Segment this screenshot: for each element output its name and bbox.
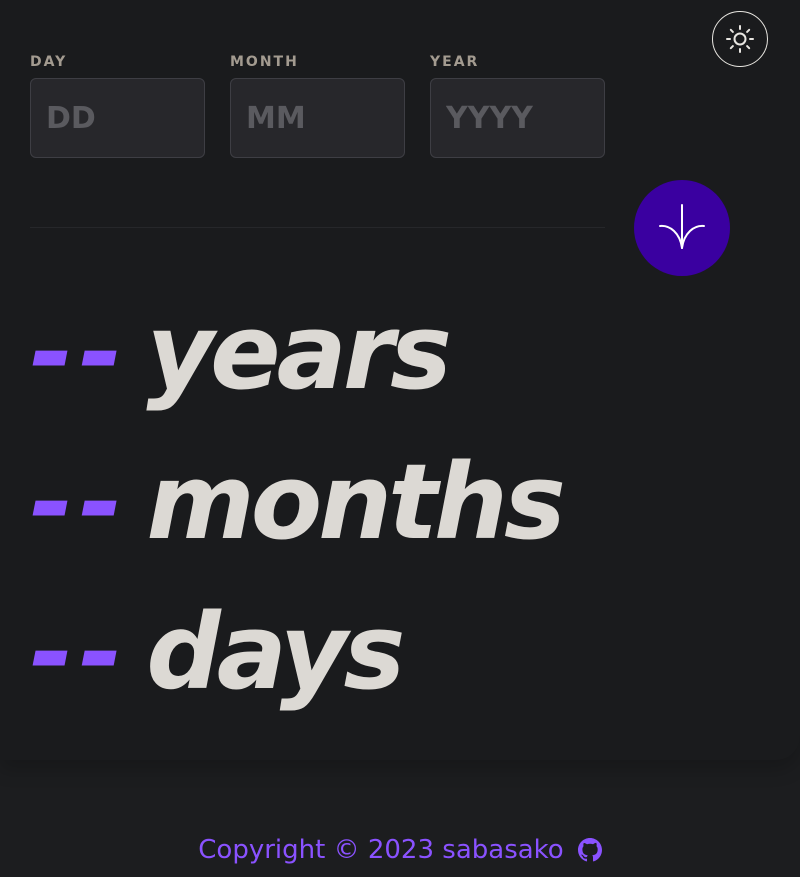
submit-button[interactable] bbox=[634, 180, 730, 276]
days-value: -- bbox=[30, 591, 129, 713]
month-input[interactable] bbox=[230, 78, 405, 158]
days-unit-label: days bbox=[146, 591, 405, 713]
months-value: -- bbox=[30, 441, 129, 563]
footer: Copyright © 2023 sabasako bbox=[0, 826, 800, 874]
result-months-row: -- months bbox=[30, 441, 566, 563]
year-field: YEAR bbox=[430, 54, 605, 158]
github-link[interactable] bbox=[577, 838, 602, 862]
theme-toggle-button[interactable] bbox=[712, 11, 768, 67]
day-input[interactable] bbox=[30, 78, 205, 158]
sun-icon bbox=[726, 25, 754, 53]
github-icon bbox=[577, 838, 602, 862]
years-value: -- bbox=[30, 291, 129, 413]
divider bbox=[30, 227, 605, 228]
arrow-down-icon bbox=[659, 204, 705, 249]
month-label: MONTH bbox=[230, 54, 299, 70]
months-unit-label: months bbox=[146, 441, 566, 563]
result-years-row: -- years bbox=[30, 291, 452, 413]
day-label: DAY bbox=[30, 54, 68, 70]
year-input[interactable] bbox=[430, 78, 605, 158]
day-field: DAY bbox=[30, 54, 205, 158]
month-field: MONTH bbox=[230, 54, 405, 158]
copyright-text: Copyright © 2023 sabasako bbox=[198, 835, 564, 865]
age-calculator-card: DAY MONTH YEAR -- years -- months -- day… bbox=[0, 0, 800, 760]
years-unit-label: years bbox=[146, 291, 452, 413]
year-label: YEAR bbox=[430, 54, 480, 70]
result-days-row: -- days bbox=[30, 591, 405, 713]
